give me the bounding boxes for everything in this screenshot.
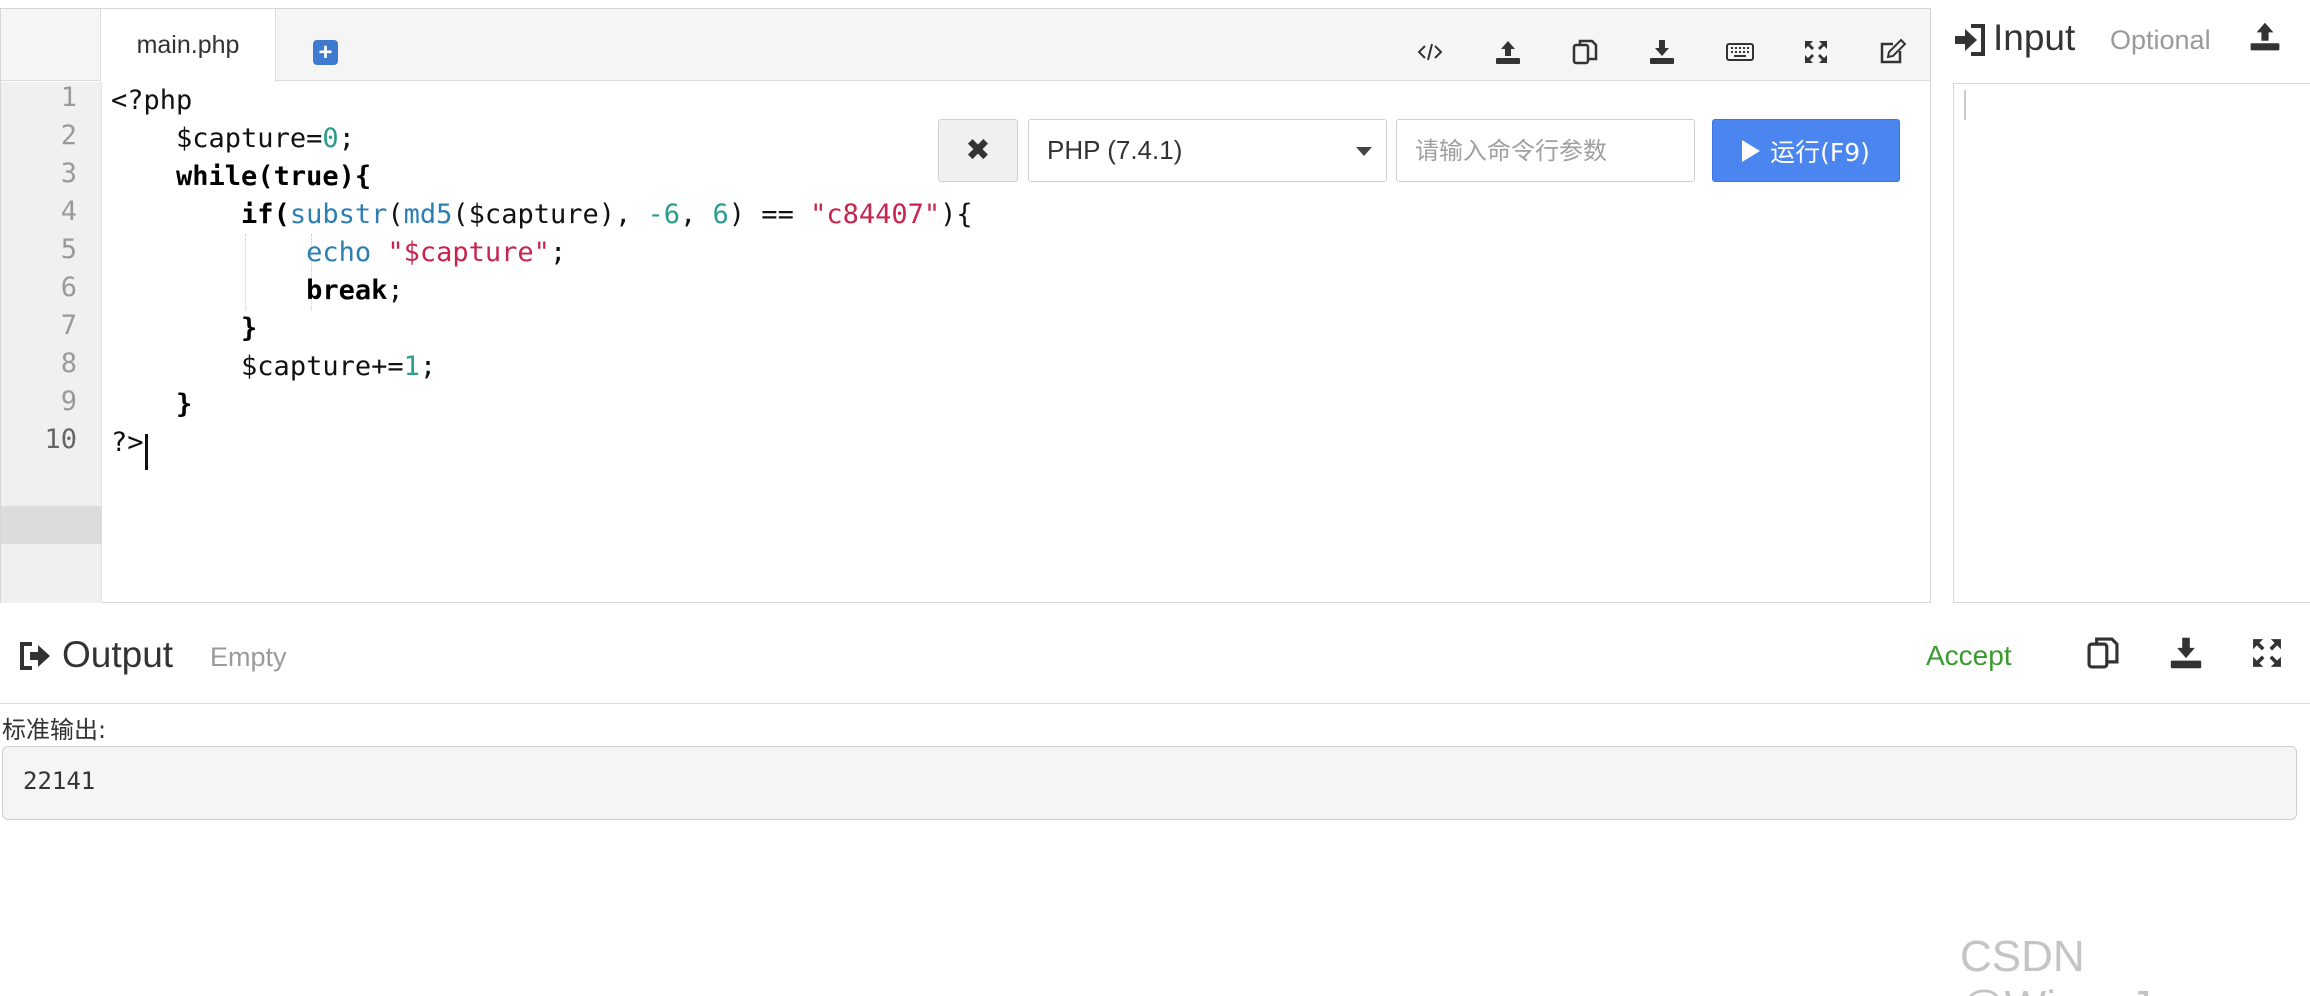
fullscreen-icon[interactable] [2248, 634, 2290, 676]
line-number-active: 10 [44, 424, 77, 455]
divider [0, 703, 2310, 704]
line-number: 6 [60, 272, 77, 303]
copy-icon[interactable] [2084, 634, 2126, 676]
code-line-1: <?php [111, 85, 193, 116]
code-line-2: $capture=0; [176, 123, 355, 154]
code-line-3: while(true){ [176, 161, 372, 192]
code-line-5: echo "$capture"; [306, 237, 567, 268]
play-icon [1742, 139, 1761, 162]
download-icon[interactable] [1643, 33, 1681, 71]
copy-icon[interactable] [1566, 33, 1604, 71]
result-status: Accept [1926, 640, 2012, 671]
sign-in-icon [1953, 20, 1987, 60]
text-cursor [145, 434, 148, 470]
stdout-box: 22141 [2, 746, 2297, 820]
code-line-9: } [176, 389, 193, 420]
line-number: 5 [60, 234, 77, 265]
stdout-label: 标准输出: [2, 716, 107, 744]
line-number: 9 [60, 386, 77, 417]
run-button[interactable]: 运行(F9) [1712, 119, 1900, 182]
edit-icon[interactable] [1874, 33, 1912, 71]
caret-down-icon [1356, 147, 1372, 156]
editor-panel: main.php + 1 2 3 4 5 6 7 8 9 10 <?php $c… [0, 8, 1931, 603]
language-select[interactable]: PHP (7.4.1) [1028, 119, 1387, 182]
line-number: 8 [60, 348, 77, 379]
tab-main-php[interactable]: main.php [100, 9, 276, 82]
editor-header: main.php + [1, 9, 1930, 82]
input-textarea[interactable] [1953, 83, 2310, 603]
code-icon[interactable] [1411, 33, 1449, 71]
clear-button[interactable]: ✖ [938, 119, 1018, 182]
input-header: Input Optional [1953, 8, 2310, 80]
output-status: Empty [210, 642, 287, 672]
active-line-highlight [1, 506, 102, 544]
add-tab-button[interactable]: + [313, 40, 338, 65]
input-title: Input [1993, 17, 2076, 58]
language-selected: PHP (7.4.1) [1047, 135, 1183, 165]
code-line-7: } [241, 313, 258, 344]
line-number: 2 [60, 120, 77, 151]
command-line-args-input[interactable] [1396, 119, 1695, 182]
line-number: 1 [60, 82, 77, 113]
tab-label: main.php [136, 31, 240, 59]
code-line-10: ?> [111, 427, 144, 458]
stdout-value: 22141 [23, 767, 96, 795]
keyboard-icon[interactable] [1721, 33, 1759, 71]
line-number: 3 [60, 158, 77, 189]
watermark: CSDN @Wine_Jar [1960, 932, 2191, 996]
output-title: Output [62, 634, 174, 675]
upload-icon[interactable] [2247, 18, 2287, 58]
sign-out-icon [18, 638, 52, 674]
line-number: 4 [60, 196, 77, 227]
text-cursor [1964, 90, 1966, 120]
code-line-4: if(substr(md5($capture), -6, 6) == "c844… [241, 199, 973, 230]
code-line-6: break; [306, 275, 404, 306]
input-hint: Optional [2110, 25, 2211, 55]
download-icon[interactable] [2167, 634, 2209, 676]
fullscreen-icon[interactable] [1797, 33, 1835, 71]
run-button-label: 运行(F9) [1770, 137, 1870, 167]
upload-icon[interactable] [1489, 33, 1527, 71]
line-number-gutter: 1 2 3 4 5 6 7 8 9 10 [1, 82, 102, 603]
output-header: Output Empty Accept [0, 620, 2310, 702]
code-line-8: $capture+=1; [241, 351, 437, 382]
line-number: 7 [60, 310, 77, 341]
times-icon: ✖ [965, 134, 991, 167]
